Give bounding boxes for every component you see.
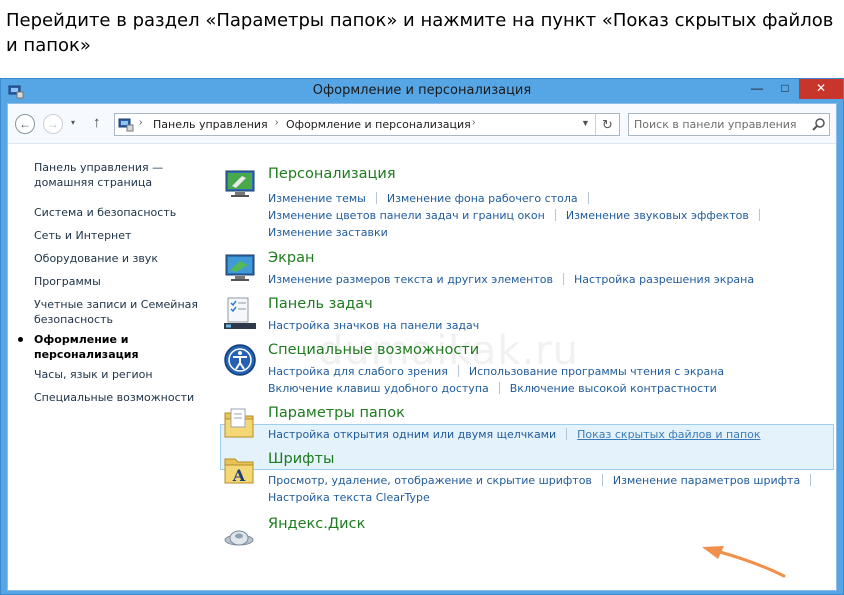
link-separator xyxy=(562,273,564,285)
link-row: Изменение темы Изменение фона рабочего ст… xyxy=(268,189,599,205)
category-title[interactable]: Яндекс.Диск xyxy=(268,516,365,532)
folder-icon xyxy=(224,408,254,438)
manage-fonts-link[interactable]: Просмотр, удаление, отображение и скрыти… xyxy=(268,474,592,487)
link-row: Просмотр, удаление, отображение и скрыти… xyxy=(268,471,821,487)
category-title[interactable]: Панель задач xyxy=(268,296,373,312)
change-window-colors-link[interactable]: Изменение цветов панели задач и границ о… xyxy=(268,209,545,222)
display-icon xyxy=(225,254,255,281)
sidebar-item-clock-region[interactable]: Часы, язык и регион xyxy=(34,367,204,382)
link-separator xyxy=(758,209,760,221)
ease-of-access-icon xyxy=(224,344,256,376)
link-separator xyxy=(587,192,589,204)
category-title[interactable]: Шрифты xyxy=(268,451,334,467)
window-content: ← → ▾ ↑ › Панель управления › Оформление… xyxy=(7,103,837,591)
sticky-keys-link[interactable]: Включение клавиш удобного доступа xyxy=(268,382,489,395)
change-theme-link[interactable]: Изменение темы xyxy=(268,192,366,205)
sidebar-item-accessibility[interactable]: Специальные возможности xyxy=(34,390,204,405)
recent-pages-dropdown[interactable]: ▾ xyxy=(71,118,75,127)
instruction-text: Перейдите в раздел «Параметры папок» и н… xyxy=(6,10,834,56)
search-box[interactable] xyxy=(628,113,830,136)
screen-resolution-link[interactable]: Настройка разрешения экрана xyxy=(574,273,754,286)
breadcrumb-chevron-icon[interactable]: › xyxy=(139,117,142,128)
link-separator xyxy=(457,365,459,377)
font-settings-link[interactable]: Изменение параметров шрифта xyxy=(613,474,800,487)
search-icon[interactable] xyxy=(812,117,826,132)
link-separator xyxy=(498,382,500,394)
low-vision-link[interactable]: Настройка для слабого зрения xyxy=(268,365,448,378)
active-indicator xyxy=(18,337,23,342)
address-history-dropdown[interactable]: ▼ xyxy=(581,118,590,128)
link-row: Изменение цветов панели задач и границ о… xyxy=(268,206,770,222)
window-title: Оформление и персонализация xyxy=(312,83,532,98)
link-row: Настройка текста ClearType xyxy=(268,488,430,504)
sidebar-item-system-security[interactable]: Система и безопасность xyxy=(34,205,204,220)
breadcrumb-chevron-icon[interactable]: › xyxy=(275,117,278,128)
show-hidden-files-link[interactable]: Показ скрытых файлов и папок xyxy=(577,428,760,441)
svg-text:A: A xyxy=(232,466,246,485)
change-sounds-link[interactable]: Изменение звуковых эффектов xyxy=(566,209,749,222)
breadcrumb-control-panel[interactable]: Панель управления xyxy=(153,118,268,131)
link-separator xyxy=(554,209,556,221)
category-title[interactable]: Экран xyxy=(268,250,314,266)
category-title[interactable]: Параметры папок xyxy=(268,405,405,421)
resize-text-link[interactable]: Изменение размеров текста и других элеме… xyxy=(268,273,553,286)
category-title[interactable]: Персонализация xyxy=(268,166,396,182)
breadcrumb-chevron-icon[interactable]: › xyxy=(472,117,475,128)
link-separator xyxy=(810,474,812,486)
taskbar-icon xyxy=(224,297,256,329)
close-button[interactable]: ✕ xyxy=(799,79,843,99)
link-row: Изменение заставки xyxy=(268,223,388,239)
yandex-disk-icon xyxy=(224,530,254,546)
minimize-button[interactable]: — xyxy=(743,79,771,99)
up-button[interactable]: ↑ xyxy=(93,114,101,131)
high-contrast-link[interactable]: Включение высокой контрастности xyxy=(510,382,717,395)
sidebar-item-appearance[interactable]: Оформление и персонализация xyxy=(18,332,204,362)
search-input[interactable] xyxy=(634,116,804,133)
sidebar-item-network[interactable]: Сеть и Интернет xyxy=(34,228,204,243)
forward-button[interactable]: → xyxy=(43,114,63,134)
cleartype-link[interactable]: Настройка текста ClearType xyxy=(268,491,430,504)
link-row: Настройка открытия одним или двумя щелчк… xyxy=(268,425,761,441)
annotation-arrow-icon xyxy=(702,546,786,578)
link-separator xyxy=(566,428,568,440)
sidebar-item-programs[interactable]: Программы xyxy=(34,274,204,289)
change-background-link[interactable]: Изменение фона рабочего стола xyxy=(387,192,578,205)
customize-taskbar-icons-link[interactable]: Настройка значков на панели задач xyxy=(268,319,479,332)
fonts-icon: A xyxy=(224,458,254,485)
link-row: Настройка значков на панели задач xyxy=(268,316,479,332)
personalization-icon xyxy=(225,170,255,197)
screen-reader-link[interactable]: Использование программы чтения с экрана xyxy=(469,365,724,378)
single-double-click-link[interactable]: Настройка открытия одним или двумя щелчк… xyxy=(268,428,556,441)
sidebar-item-user-accounts[interactable]: Учетные записи и Семейная безопасность xyxy=(34,297,204,327)
breadcrumb-appearance[interactable]: Оформление и персонализация xyxy=(286,118,471,131)
link-row: Настройка для слабого зрения Использовани… xyxy=(268,362,724,378)
title-bar[interactable]: Оформление и персонализация — □ ✕ xyxy=(1,79,843,103)
link-row: Включение клавиш удобного доступа Включен… xyxy=(268,379,717,395)
refresh-button[interactable]: ↻ xyxy=(595,114,619,135)
back-button[interactable]: ← xyxy=(15,114,35,134)
sidebar-item-hardware-sound[interactable]: Оборудование и звук xyxy=(34,251,204,266)
category-title[interactable]: Специальные возможности xyxy=(268,342,479,358)
link-separator xyxy=(375,192,377,204)
navigation-bar: ← → ▾ ↑ › Панель управления › Оформление… xyxy=(8,104,836,144)
change-screensaver-link[interactable]: Изменение заставки xyxy=(268,226,388,239)
maximize-button[interactable]: □ xyxy=(771,79,799,99)
sidebar-item-label: Оформление и персонализация xyxy=(34,333,139,361)
link-row: Изменение размеров текста и других элеме… xyxy=(268,270,754,286)
control-panel-icon xyxy=(118,118,134,132)
address-bar[interactable]: › Панель управления › Оформление и персо… xyxy=(114,113,620,136)
sidebar-item-home[interactable]: Панель управления — домашняя страница xyxy=(34,160,204,190)
link-separator xyxy=(601,474,603,486)
control-panel-window: Оформление и персонализация — □ ✕ ← → ▾ … xyxy=(0,78,844,595)
